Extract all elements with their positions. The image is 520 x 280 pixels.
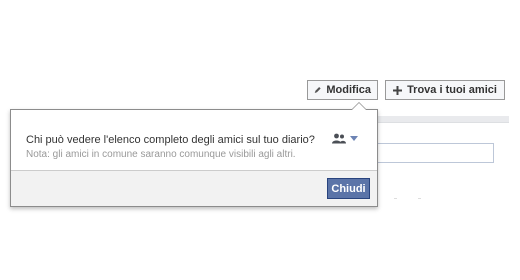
popover-footer: Chiudi: [11, 170, 377, 206]
divider-dot: [418, 198, 421, 199]
search-input[interactable]: [360, 143, 494, 163]
friends-icon: [332, 133, 346, 144]
plus-icon: [393, 85, 403, 95]
chevron-down-icon: [350, 136, 358, 141]
audience-selector[interactable]: [332, 133, 358, 144]
edit-button[interactable]: Modifica: [307, 80, 378, 100]
edit-button-label: Modifica: [326, 84, 371, 96]
pencil-icon: [314, 87, 321, 93]
find-friends-button[interactable]: Trova i tuoi amici: [385, 80, 505, 100]
popover-question: Chi può vedere l'elenco completo degli a…: [26, 134, 315, 146]
divider-dot: [394, 198, 397, 199]
popover-pointer: [351, 102, 367, 110]
friends-visibility-popover: Chi può vedere l'elenco completo degli a…: [10, 102, 378, 207]
find-friends-label: Trova i tuoi amici: [407, 84, 497, 96]
section-divider: [369, 116, 509, 123]
close-button[interactable]: Chiudi: [327, 178, 370, 199]
popover-note: Nota: gli amici in comune saranno comunq…: [26, 149, 296, 160]
